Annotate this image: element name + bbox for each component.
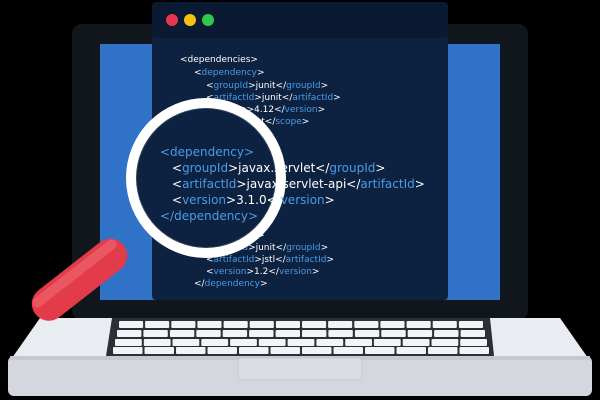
keyboard-key[interactable] <box>196 330 221 337</box>
keyboard-key[interactable] <box>249 330 274 337</box>
keyboard-key[interactable] <box>287 339 315 346</box>
keyboard-key[interactable] <box>345 339 372 346</box>
keyboard-key[interactable] <box>145 321 170 328</box>
keyboard-key[interactable] <box>239 347 269 354</box>
code-line: <dependencies> <box>180 55 258 65</box>
keyboard-key[interactable] <box>396 347 427 354</box>
keyboard-key[interactable] <box>197 321 222 328</box>
keyboard-key[interactable] <box>275 321 300 328</box>
keyboard-key[interactable] <box>302 321 327 328</box>
keyboard-key[interactable] <box>333 347 364 354</box>
keyboard-key[interactable] <box>402 339 430 346</box>
keyboard-key[interactable] <box>258 339 286 346</box>
keyboard-key[interactable] <box>223 321 248 328</box>
magnified-line: </dependency> <box>160 209 258 223</box>
keyboard-key[interactable] <box>207 347 238 354</box>
illustration: <dependencies> <dependency> <groupId>jun… <box>0 0 600 400</box>
magnified-line: <version>3.1.0</version> <box>172 193 335 207</box>
keyboard-key[interactable] <box>169 330 195 337</box>
keyboard-key[interactable] <box>270 347 301 354</box>
keyboard-key[interactable] <box>275 330 300 337</box>
keyboard-key[interactable] <box>428 347 458 354</box>
code-line: <dependency> <box>194 68 265 78</box>
window-titlebar <box>152 2 448 38</box>
magnified-line: <groupId>javax.servlet</groupId> <box>172 161 385 175</box>
keyboard-key[interactable] <box>406 321 431 328</box>
keyboard-key[interactable] <box>380 321 405 328</box>
keyboard-key[interactable] <box>460 330 485 337</box>
keyboard-key[interactable] <box>143 330 168 337</box>
keyboard-key[interactable] <box>171 321 196 328</box>
keyboard-key[interactable] <box>230 339 257 346</box>
background-window-right <box>440 44 500 300</box>
keyboard-key[interactable] <box>432 321 457 328</box>
keyboard-key[interactable] <box>381 330 406 337</box>
keyboard-key[interactable] <box>458 321 483 328</box>
keyboard-key[interactable] <box>316 339 344 346</box>
keyboard-key[interactable] <box>354 330 380 337</box>
keyboard-key[interactable] <box>117 330 142 337</box>
maximize-dot-icon[interactable] <box>202 14 214 26</box>
minimize-dot-icon[interactable] <box>184 14 196 26</box>
keyboard-key[interactable] <box>302 330 327 337</box>
magnified-line: <dependency> <box>160 145 254 159</box>
keyboard-key[interactable] <box>460 339 487 346</box>
laptop-code-search-illustration: <dependencies> <dependency> <groupId>jun… <box>8 2 592 396</box>
trackpad[interactable] <box>237 357 363 381</box>
code-line: <artifactId>jstl</artifactId> <box>206 255 334 265</box>
keyboard-key[interactable] <box>302 347 332 354</box>
magnified-line: <artifactId>javax.servlet-api</artifactI… <box>172 177 425 191</box>
keyboard-key[interactable] <box>144 347 175 354</box>
code-line: <version>1.2</version> <box>206 267 319 277</box>
keyboard-key[interactable] <box>434 330 459 337</box>
keyboard-key[interactable] <box>407 330 433 337</box>
keyboard-key[interactable] <box>113 347 143 354</box>
keyboard-key[interactable] <box>176 347 206 354</box>
keyboard-key[interactable] <box>354 321 379 328</box>
keyboard-key[interactable] <box>365 347 395 354</box>
close-dot-icon[interactable] <box>166 14 178 26</box>
keyboard-key[interactable] <box>222 330 248 337</box>
keyboard-key[interactable] <box>431 339 459 346</box>
keyboard-key[interactable] <box>201 339 229 346</box>
keyboard-key[interactable] <box>328 330 353 337</box>
code-line: <groupId>junit</groupId> <box>206 81 328 91</box>
code-line: </dependency> <box>194 279 268 289</box>
keyboard-key[interactable] <box>172 339 200 346</box>
keyboard-key[interactable] <box>459 347 490 354</box>
keyboard-key[interactable] <box>143 339 171 346</box>
keyboard-key[interactable] <box>328 321 353 328</box>
keyboard-key[interactable] <box>373 339 401 346</box>
keyboard-key[interactable] <box>119 321 144 328</box>
keyboard-key[interactable] <box>115 339 142 346</box>
keyboard-key[interactable] <box>249 321 274 328</box>
